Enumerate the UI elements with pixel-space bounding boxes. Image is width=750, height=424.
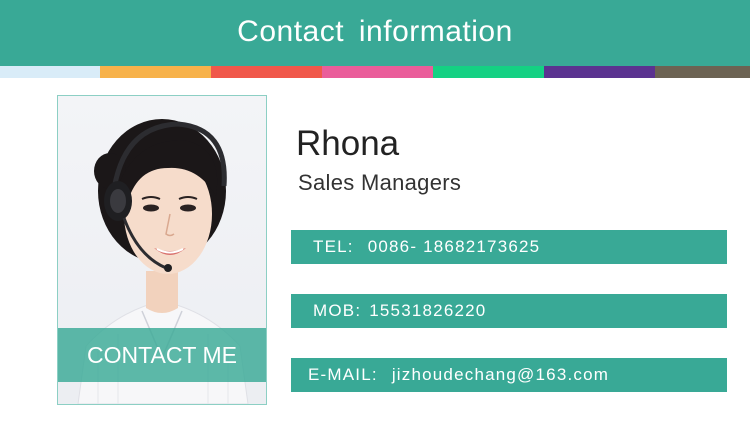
contact-role: Sales Managers bbox=[298, 170, 462, 195]
color-stripe bbox=[0, 66, 750, 78]
email-row: E-MAIL: jizhoudechang@163.com bbox=[291, 358, 727, 392]
telephone-label: TEL: bbox=[313, 237, 354, 256]
profile-photo-card: CONTACT ME bbox=[57, 95, 267, 405]
stripe-segment bbox=[433, 66, 544, 78]
mobile-value[interactable]: 15531826220 bbox=[369, 301, 486, 321]
mobile-row: MOB: 15531826220 bbox=[291, 294, 727, 328]
header-banner: Contact information bbox=[0, 0, 750, 66]
email-value[interactable]: jizhoudechang@163.com bbox=[392, 365, 609, 385]
contact-name: Rhona bbox=[296, 124, 400, 163]
stripe-segment bbox=[544, 66, 655, 78]
mobile-label: MOB: bbox=[313, 301, 362, 320]
stripe-segment bbox=[322, 66, 433, 78]
page-title: Contact information bbox=[237, 15, 513, 48]
email-label: E-MAIL: bbox=[308, 365, 378, 384]
contact-me-button[interactable]: CONTACT ME bbox=[58, 328, 266, 382]
stripe-segment bbox=[211, 66, 322, 78]
stripe-segment bbox=[100, 66, 211, 78]
stripe-segment bbox=[655, 66, 750, 78]
stripe-segment bbox=[0, 66, 100, 78]
telephone-value[interactable]: 0086- 18682173625 bbox=[368, 237, 541, 257]
telephone-row: TEL: 0086- 18682173625 bbox=[291, 230, 727, 264]
